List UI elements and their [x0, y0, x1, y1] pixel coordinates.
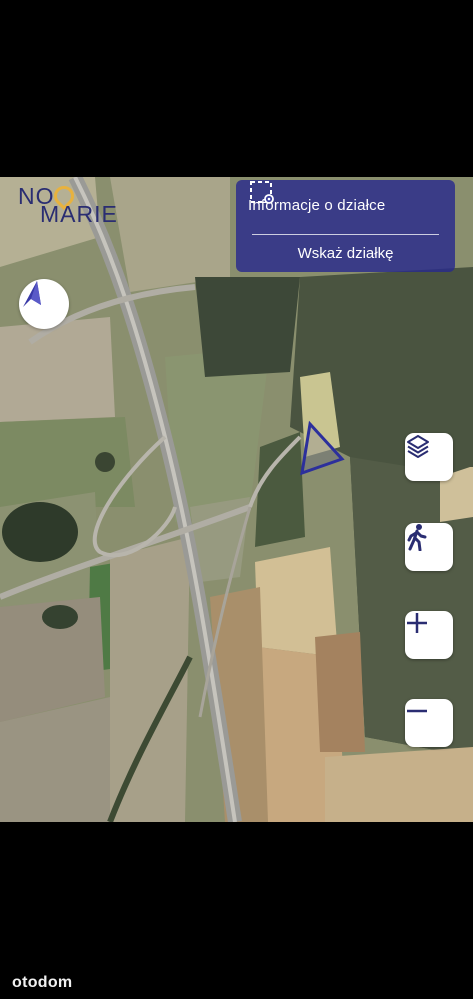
layers-button[interactable] — [405, 433, 453, 481]
otodom-watermark: otodom — [12, 974, 73, 991]
panel-divider — [252, 234, 439, 235]
pedestrian-icon — [407, 524, 427, 551]
top-black-bar — [0, 0, 473, 177]
walk-button[interactable] — [405, 523, 453, 571]
bottom-black-bar — [0, 822, 473, 999]
point-parcel-button[interactable]: Wskaż działkę — [236, 238, 455, 268]
zoom-out-button[interactable] — [405, 699, 453, 747]
satellite-map[interactable]: NO MARIE Informacje o działce Wskaż dzia… — [0, 177, 473, 822]
navigation-arrow-icon — [23, 281, 41, 307]
logo-text-bottom: MARIE — [40, 201, 118, 227]
minus-icon — [407, 709, 427, 713]
parcel-info-button[interactable]: Informacje o działce — [236, 180, 455, 230]
layers-icon — [407, 435, 429, 458]
compass-button[interactable] — [19, 279, 69, 329]
zoom-in-button[interactable] — [405, 611, 453, 659]
parcel-location-icon — [250, 181, 274, 204]
plus-icon — [407, 613, 427, 633]
map-imagery — [0, 177, 473, 822]
nomarie-logo: NO MARIE — [18, 181, 138, 227]
parcel-info-panel: Informacje o działce Wskaż działkę — [236, 180, 455, 272]
